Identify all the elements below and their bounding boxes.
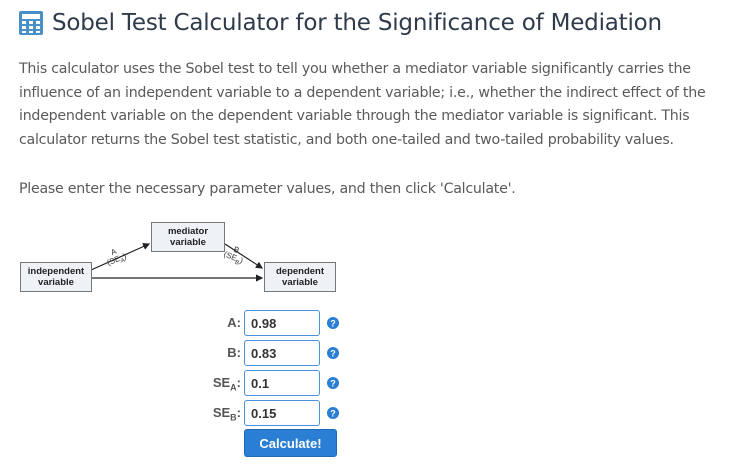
svg-text:?: ?	[330, 349, 336, 359]
svg-text:?: ?	[330, 379, 336, 389]
svg-text:?: ?	[330, 319, 336, 329]
field-label-seb: SEB:	[212, 405, 241, 423]
instructions-text: Please enter the necessary parameter val…	[19, 181, 516, 197]
calculator-icon	[19, 11, 43, 35]
field-label-sea: SEA:	[212, 375, 241, 393]
question-circle-icon[interactable]: ?	[327, 317, 339, 329]
page-header: Sobel Test Calculator for the Significan…	[18, 6, 662, 40]
page-title: Sobel Test Calculator for the Significan…	[52, 10, 662, 36]
question-circle-icon[interactable]: ?	[327, 377, 339, 389]
independent-variable-box: independent variable	[20, 262, 92, 292]
mediation-diagram: mediator variable independent variable d…	[20, 222, 340, 298]
seb-input[interactable]	[244, 400, 320, 426]
question-circle-icon[interactable]: ?	[327, 347, 339, 359]
intro-paragraph: This calculator uses the Sobel test to t…	[19, 61, 706, 148]
mediator-variable-box: mediator variable	[151, 222, 225, 252]
field-row-seb: SEB: ?	[200, 400, 360, 426]
field-row-sea: SEA: ?	[200, 370, 360, 396]
field-label-a: A:	[227, 315, 241, 330]
a-input[interactable]	[244, 310, 320, 336]
calculate-button[interactable]: Calculate!	[244, 429, 337, 457]
dependent-variable-box: dependent variable	[264, 262, 336, 292]
field-row-b: B: ?	[200, 340, 360, 366]
b-input[interactable]	[244, 340, 320, 366]
question-circle-icon[interactable]: ?	[327, 407, 339, 419]
field-row-a: A: ?	[200, 310, 360, 336]
field-label-b: B:	[227, 345, 241, 360]
sea-input[interactable]	[244, 370, 320, 396]
svg-text:?: ?	[330, 409, 336, 419]
